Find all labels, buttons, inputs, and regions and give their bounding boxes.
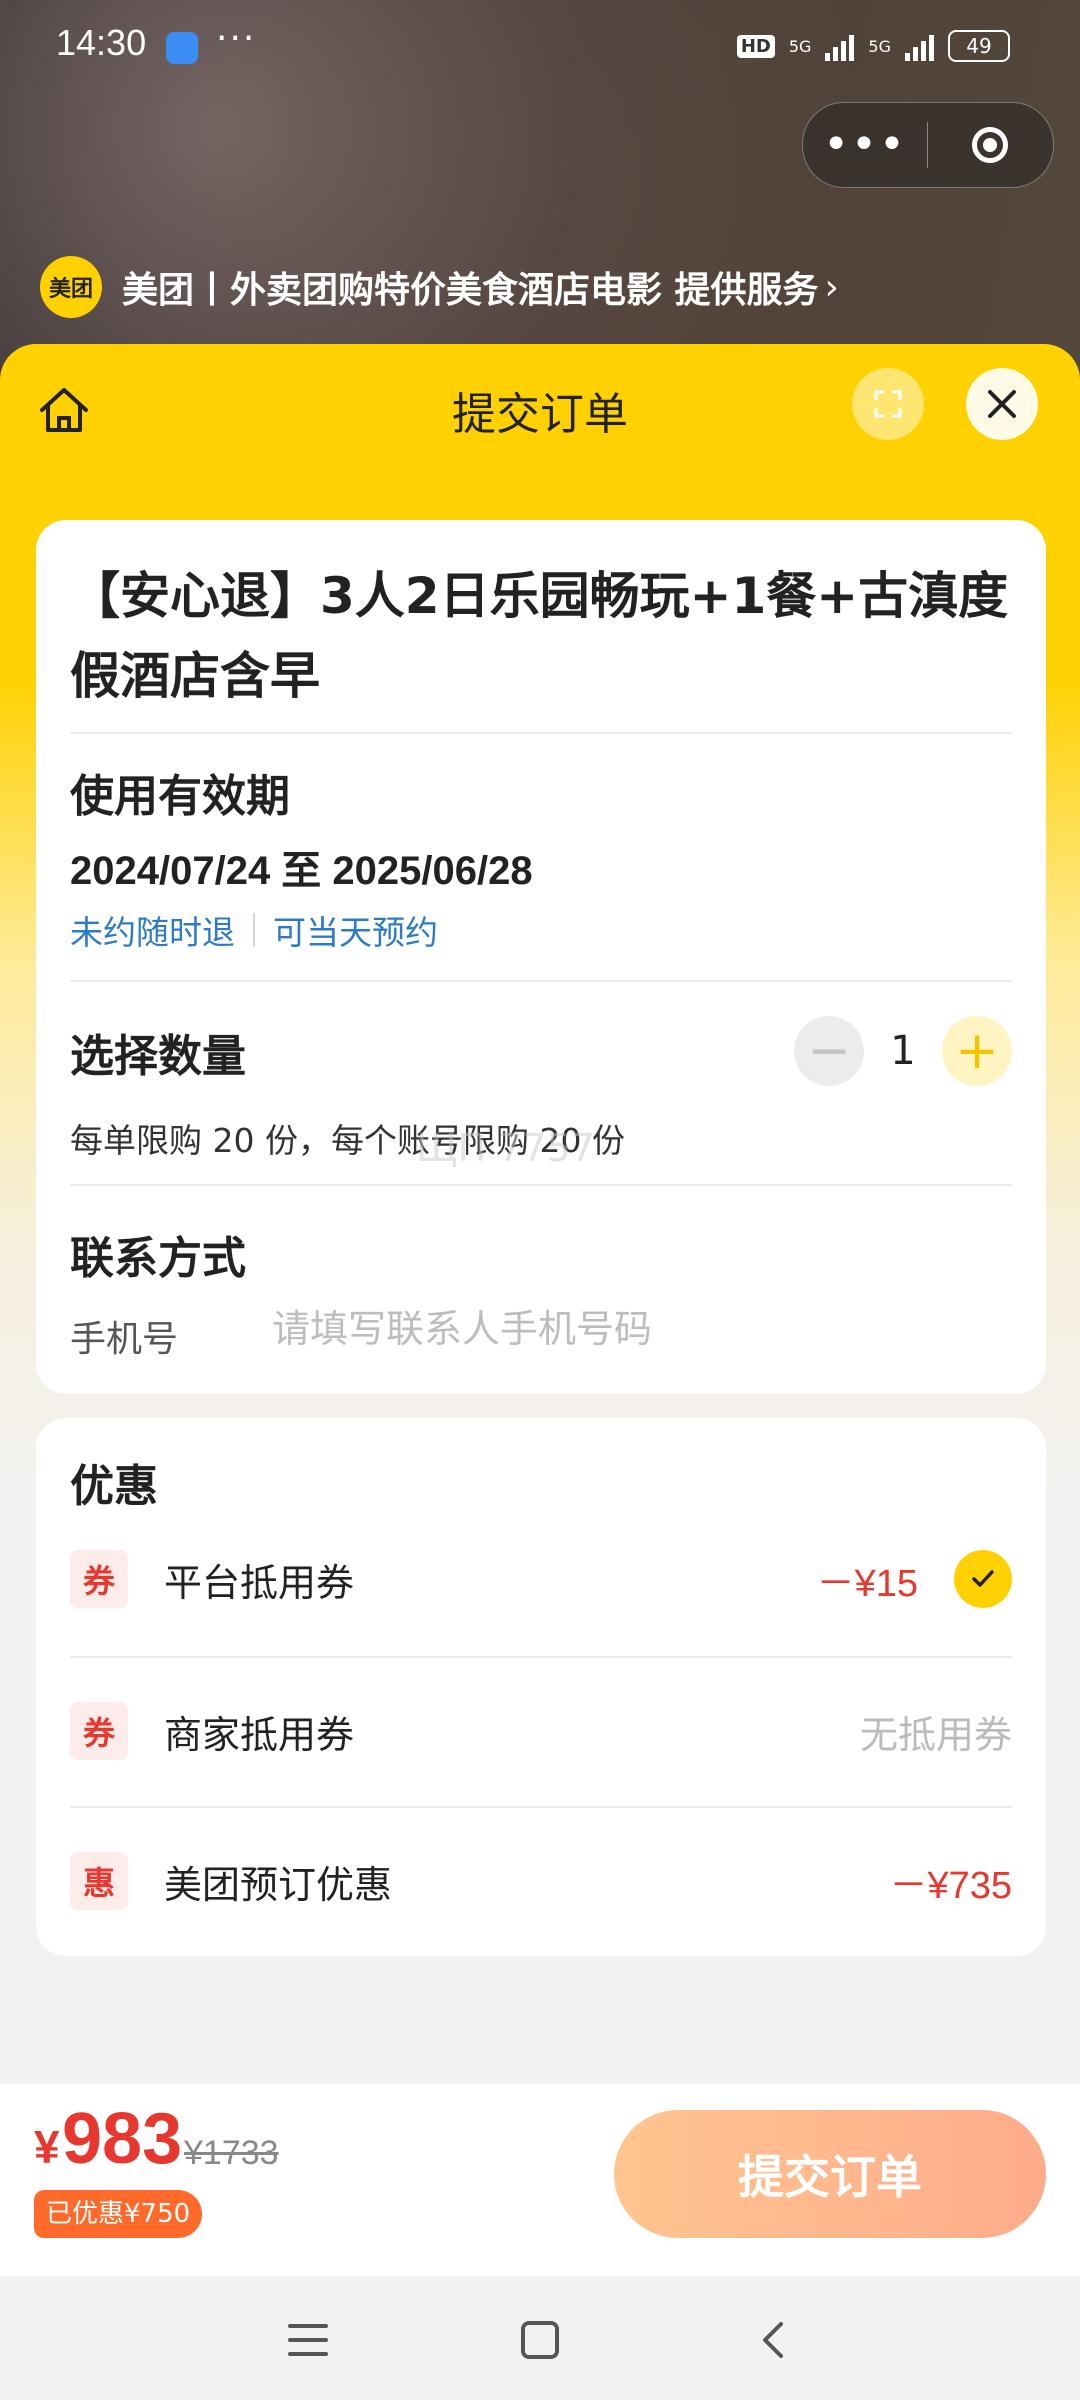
network-label-1: 5G [788,36,812,56]
increase-button[interactable]: + [942,1016,1012,1086]
original-price: ¥1733 [184,2134,279,2172]
booking-policy: 可当天预约 [273,913,438,952]
meituan-logo: 美团 [40,256,102,318]
discounts-card: 优惠 券 平台抵用券 －¥15 券 商家抵用券 无抵用券 惠 美团预订优惠 －¥… [36,1418,1046,1956]
battery-icon: 49 [948,30,1010,62]
chevron-right-icon: › [824,266,839,308]
quantity-value: 1 [890,1028,916,1074]
target-icon[interactable] [928,127,1052,163]
divider [70,980,1012,982]
status-time: 14:30 [56,22,147,63]
back-icon[interactable] [742,2312,802,2368]
system-navigation [0,2276,1080,2400]
policy-separator [253,913,255,947]
coupon-value: －¥15 [816,1562,918,1605]
miniapp-capsule: ••• [802,102,1054,188]
status-bar: 14:30 ··· HD 5G 5G 49 [0,0,1080,96]
coupon-value: 无抵用券 [859,1712,1012,1757]
product-title: 【安心退】3人2日乐园畅玩+1餐+古滇度假酒店含早 [70,567,1009,705]
signal-icon-2 [905,31,934,61]
coupon-tag-icon: 券 [70,1550,128,1608]
provider-link[interactable]: 美团 美团丨外卖团购特价美食酒店电影 提供服务 › [40,256,839,318]
order-details-card: 【安心退】3人2日乐园畅玩+1餐+古滇度假酒店含早 使用有效期 2024/07/… [36,520,1046,1394]
divider [70,1184,1012,1186]
signal-icon [825,31,855,61]
contact-title: 联系方式 [70,1233,246,1284]
validity-range: 2024/07/24 至 2025/06/28 [70,849,533,893]
hd-icon: HD [736,34,775,58]
menu-icon[interactable] [278,2312,338,2368]
watermark: ЩП 7757 [416,1126,595,1170]
quantity-stepper: − 1 + [794,1016,1012,1086]
quantity-title: 选择数量 [70,1031,246,1082]
platform-coupon-row[interactable]: 券 平台抵用券 －¥15 [70,1504,1012,1654]
saved-badge: 已优惠¥750 [34,2190,203,2238]
status-dots: ··· [216,18,257,59]
validity-title: 使用有效期 [70,771,290,822]
discount-tag-icon: 惠 [70,1852,128,1910]
coupon-name: 平台抵用券 [164,1560,355,1605]
currency-symbol: ¥ [34,2121,60,2173]
checkout-bar: ¥ 983 ¥1733 已优惠¥750 提交订单 [0,2084,1080,2276]
phone-label: 手机号 [70,1319,179,1360]
expand-icon[interactable] [852,368,924,440]
network-label-2: 5G [868,36,891,56]
provider-text: 美团丨外卖团购特价美食酒店电影 提供服务 [122,270,819,311]
validity-policies: 未约随时退 可当天预约 [70,906,438,954]
status-indicators: HD 5G 5G 49 [736,30,1010,62]
more-dots-icon[interactable]: ••• [803,103,927,187]
booking-discount-row: 惠 美团预订优惠 －¥735 [70,1806,1012,1956]
phone-input[interactable] [270,1300,1014,1358]
submit-order-button[interactable]: 提交订单 [614,2110,1046,2238]
home-button-icon[interactable] [510,2312,570,2368]
decrease-button[interactable]: − [794,1016,864,1086]
coupon-name: 商家抵用券 [164,1712,355,1757]
discount-name: 美团预订优惠 [164,1862,393,1907]
coupon-tag-icon: 券 [70,1702,128,1760]
checkmark-icon[interactable] [954,1550,1012,1608]
close-icon[interactable] [966,368,1038,440]
divider [70,732,1012,734]
refund-policy: 未约随时退 [70,913,235,952]
merchant-coupon-row[interactable]: 券 商家抵用券 无抵用券 [70,1656,1012,1806]
discount-value: －¥735 [889,1864,1012,1907]
notification-app-icon [166,32,198,64]
total-price: 983 [62,2099,183,2179]
